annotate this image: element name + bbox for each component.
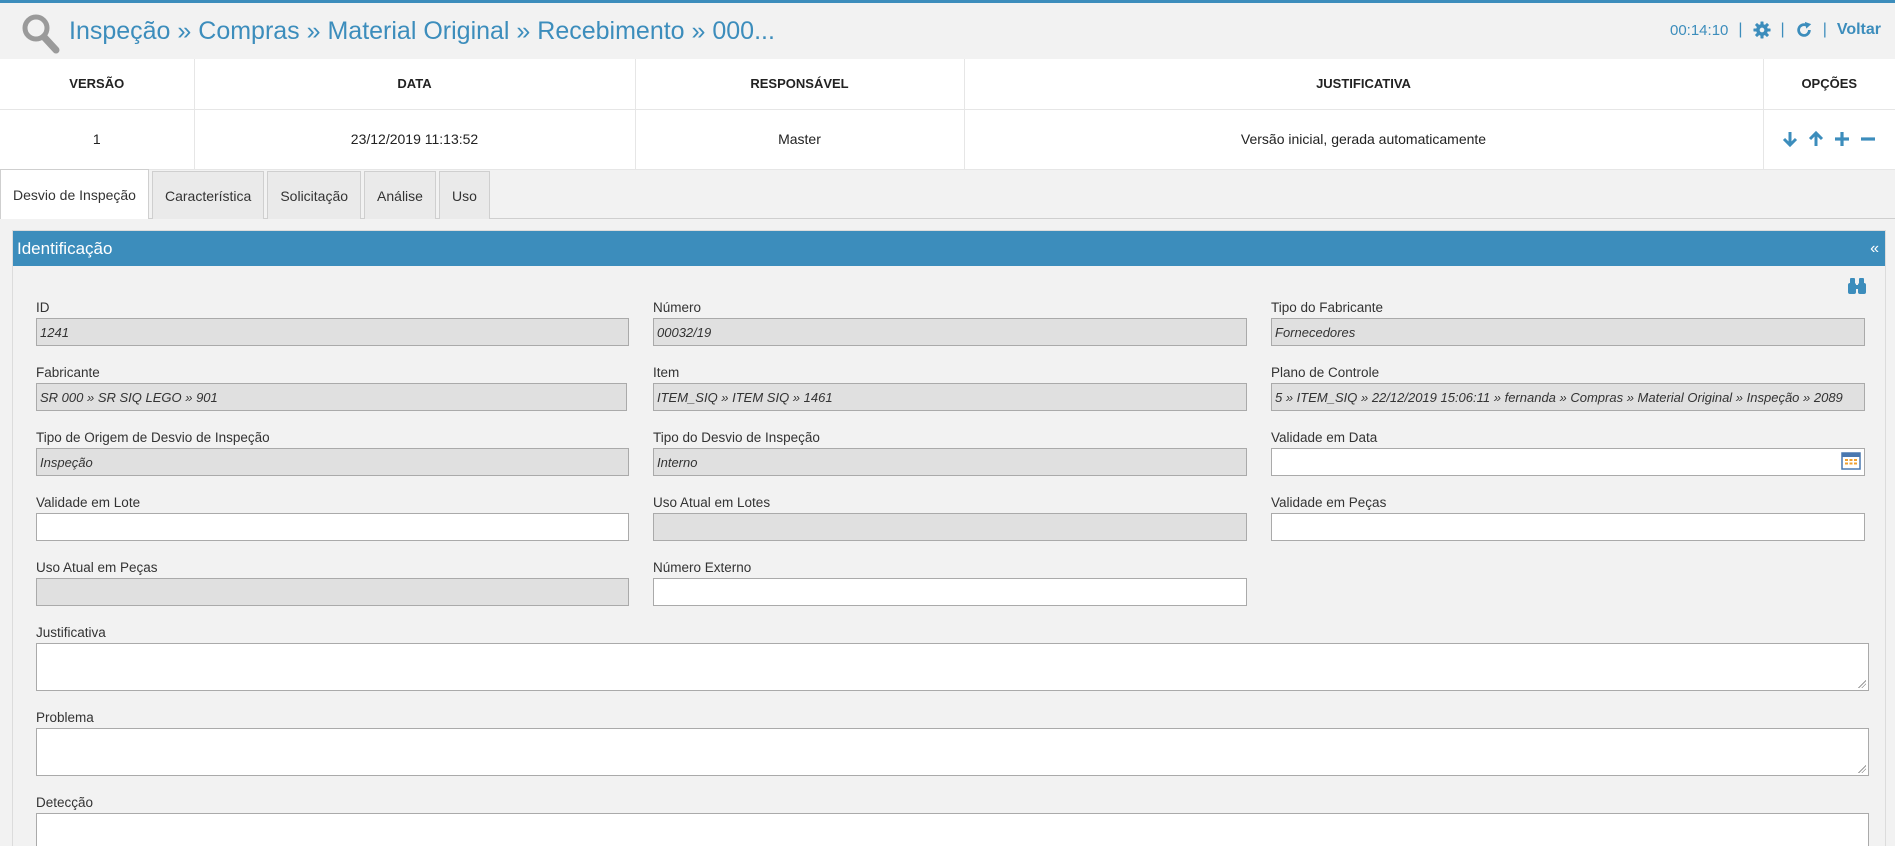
field-deteccao: Detecção <box>36 794 1869 846</box>
field-tipo-fabricante: Tipo do Fabricante Fornecedores <box>1271 299 1865 346</box>
cell-justification: Versão inicial, gerada automaticamente <box>964 109 1764 170</box>
header-actions: 00:14:10 | | | Voltar <box>1670 21 1881 39</box>
field-uso-pecas: Uso Atual em Peças <box>36 559 629 606</box>
field-problema: Problema <box>36 709 1869 776</box>
validade-lote-input[interactable] <box>36 513 629 541</box>
panel-title: Identificação <box>17 239 113 258</box>
field-label: Plano de Controle <box>1271 365 1380 380</box>
field-plano-controle: Plano de Controle 5 » ITEM_SIQ » 22/12/2… <box>1271 364 1865 411</box>
tab-caracteristica[interactable]: Característica <box>151 171 265 219</box>
field-label: Tipo do Fabricante <box>1271 300 1384 315</box>
field-numero: Número 00032/19 <box>653 299 1247 346</box>
justificativa-textarea[interactable] <box>36 643 1869 691</box>
field-label: Uso Atual em Lotes <box>653 495 771 510</box>
identification-panel: Identificação « ID 1241 Número 00032/19 … <box>12 230 1886 846</box>
field-tipo-desvio: Tipo do Desvio de Inspeção Interno <box>653 429 1247 476</box>
field-label: Justificativa <box>36 625 106 640</box>
field-validade-lote: Validade em Lote <box>36 494 629 541</box>
refresh-icon[interactable] <box>1795 21 1813 39</box>
tipo-origem-field: Inspeção <box>36 448 629 476</box>
column-header-options: OPÇÕES <box>1763 59 1895 110</box>
field-label: Validade em Lote <box>36 495 141 510</box>
plus-icon[interactable] <box>1833 130 1851 148</box>
tab-solicitacao[interactable]: Solicitação <box>267 171 362 219</box>
field-numero-externo: Número Externo <box>653 559 1247 606</box>
tipo-fabricante-field: Fornecedores <box>1271 318 1865 346</box>
tab-analise[interactable]: Análise <box>364 171 436 219</box>
column-header-date: DATA <box>194 59 636 110</box>
cell-date: 23/12/2019 11:13:52 <box>194 109 636 170</box>
field-justificativa: Justificativa <box>36 624 1869 691</box>
field-label: Validade em Peças <box>1271 495 1387 510</box>
gear-icon[interactable] <box>1752 21 1771 39</box>
field-item: Item ITEM_SIQ » ITEM SIQ » 1461 <box>653 364 1247 411</box>
column-header-responsible: RESPONSÁVEL <box>635 59 965 110</box>
item-field: ITEM_SIQ » ITEM SIQ » 1461 <box>653 383 1247 411</box>
numero-externo-input[interactable] <box>653 578 1247 606</box>
numero-field: 00032/19 <box>653 318 1247 346</box>
separator: | <box>1822 21 1827 38</box>
fabricante-field: SR 000 » SR SIQ LEGO » 901 <box>36 383 627 411</box>
field-label: Item <box>653 365 680 380</box>
column-header-version: VERSÃO <box>0 59 195 110</box>
id-field: 1241 <box>36 318 629 346</box>
panel-header: Identificação « <box>13 231 1885 266</box>
field-label: Número <box>653 300 702 315</box>
separator: | <box>1780 21 1785 38</box>
field-label: ID <box>36 300 50 315</box>
back-link[interactable]: Voltar <box>1837 21 1881 39</box>
validade-pecas-input[interactable] <box>1271 513 1865 541</box>
field-id: ID 1241 <box>36 299 629 346</box>
breadcrumb: Inspeção » Compras » Material Original »… <box>69 17 775 45</box>
uso-lotes-field <box>653 513 1247 541</box>
problema-textarea[interactable] <box>36 728 1869 776</box>
field-label: Fabricante <box>36 365 100 380</box>
versions-table: VERSÃO DATA RESPONSÁVEL JUSTIFICATIVA OP… <box>0 59 1895 170</box>
binoculars-icon[interactable] <box>1847 277 1867 295</box>
calendar-icon[interactable] <box>1841 452 1861 470</box>
field-label: Tipo do Desvio de Inspeção <box>653 430 820 445</box>
collapse-toggle[interactable]: « <box>1870 231 1879 266</box>
tab-bar: Desvio de Inspeção Característica Solici… <box>0 169 493 219</box>
field-label: Tipo de Origem de Desvio de Inspeção <box>36 430 270 445</box>
tipo-desvio-field: Interno <box>653 448 1247 476</box>
minus-icon[interactable] <box>1859 130 1877 148</box>
table-row[interactable]: 1 23/12/2019 11:13:52 Master Versão inic… <box>0 109 1895 170</box>
tab-uso[interactable]: Uso <box>438 171 490 219</box>
field-label: Validade em Data <box>1271 430 1378 445</box>
separator: | <box>1738 21 1743 38</box>
field-validade-pecas: Validade em Peças <box>1271 494 1865 541</box>
cell-responsible: Master <box>635 109 965 170</box>
field-fabricante: Fabricante SR 000 » SR SIQ LEGO » 901 <box>36 364 627 411</box>
arrow-up-icon[interactable] <box>1807 130 1825 148</box>
deteccao-textarea[interactable] <box>36 813 1869 846</box>
tab-desvio-de-inspecao[interactable]: Desvio de Inspeção <box>0 169 149 219</box>
versions-header-row: VERSÃO DATA RESPONSÁVEL JUSTIFICATIVA OP… <box>0 59 1895 110</box>
field-uso-lotes: Uso Atual em Lotes <box>653 494 1247 541</box>
field-tipo-origem: Tipo de Origem de Desvio de Inspeção Ins… <box>36 429 629 476</box>
column-header-justification: JUSTIFICATIVA <box>964 59 1764 110</box>
plano-controle-field: 5 » ITEM_SIQ » 22/12/2019 15:06:11 » fer… <box>1271 383 1865 411</box>
arrow-down-icon[interactable] <box>1781 130 1799 148</box>
cell-version: 1 <box>0 109 195 170</box>
page-header: Inspeção » Compras » Material Original »… <box>0 0 1895 59</box>
session-timer: 00:14:10 <box>1669 21 1729 39</box>
field-label: Uso Atual em Peças <box>36 560 158 575</box>
cell-options <box>1763 109 1895 170</box>
field-validade-data: Validade em Data <box>1271 429 1865 476</box>
search-icon <box>22 14 60 54</box>
field-label: Detecção <box>36 795 94 810</box>
field-label: Problema <box>36 710 94 725</box>
uso-pecas-field <box>36 578 629 606</box>
field-label: Número Externo <box>653 560 752 575</box>
validade-data-input[interactable] <box>1271 448 1865 476</box>
